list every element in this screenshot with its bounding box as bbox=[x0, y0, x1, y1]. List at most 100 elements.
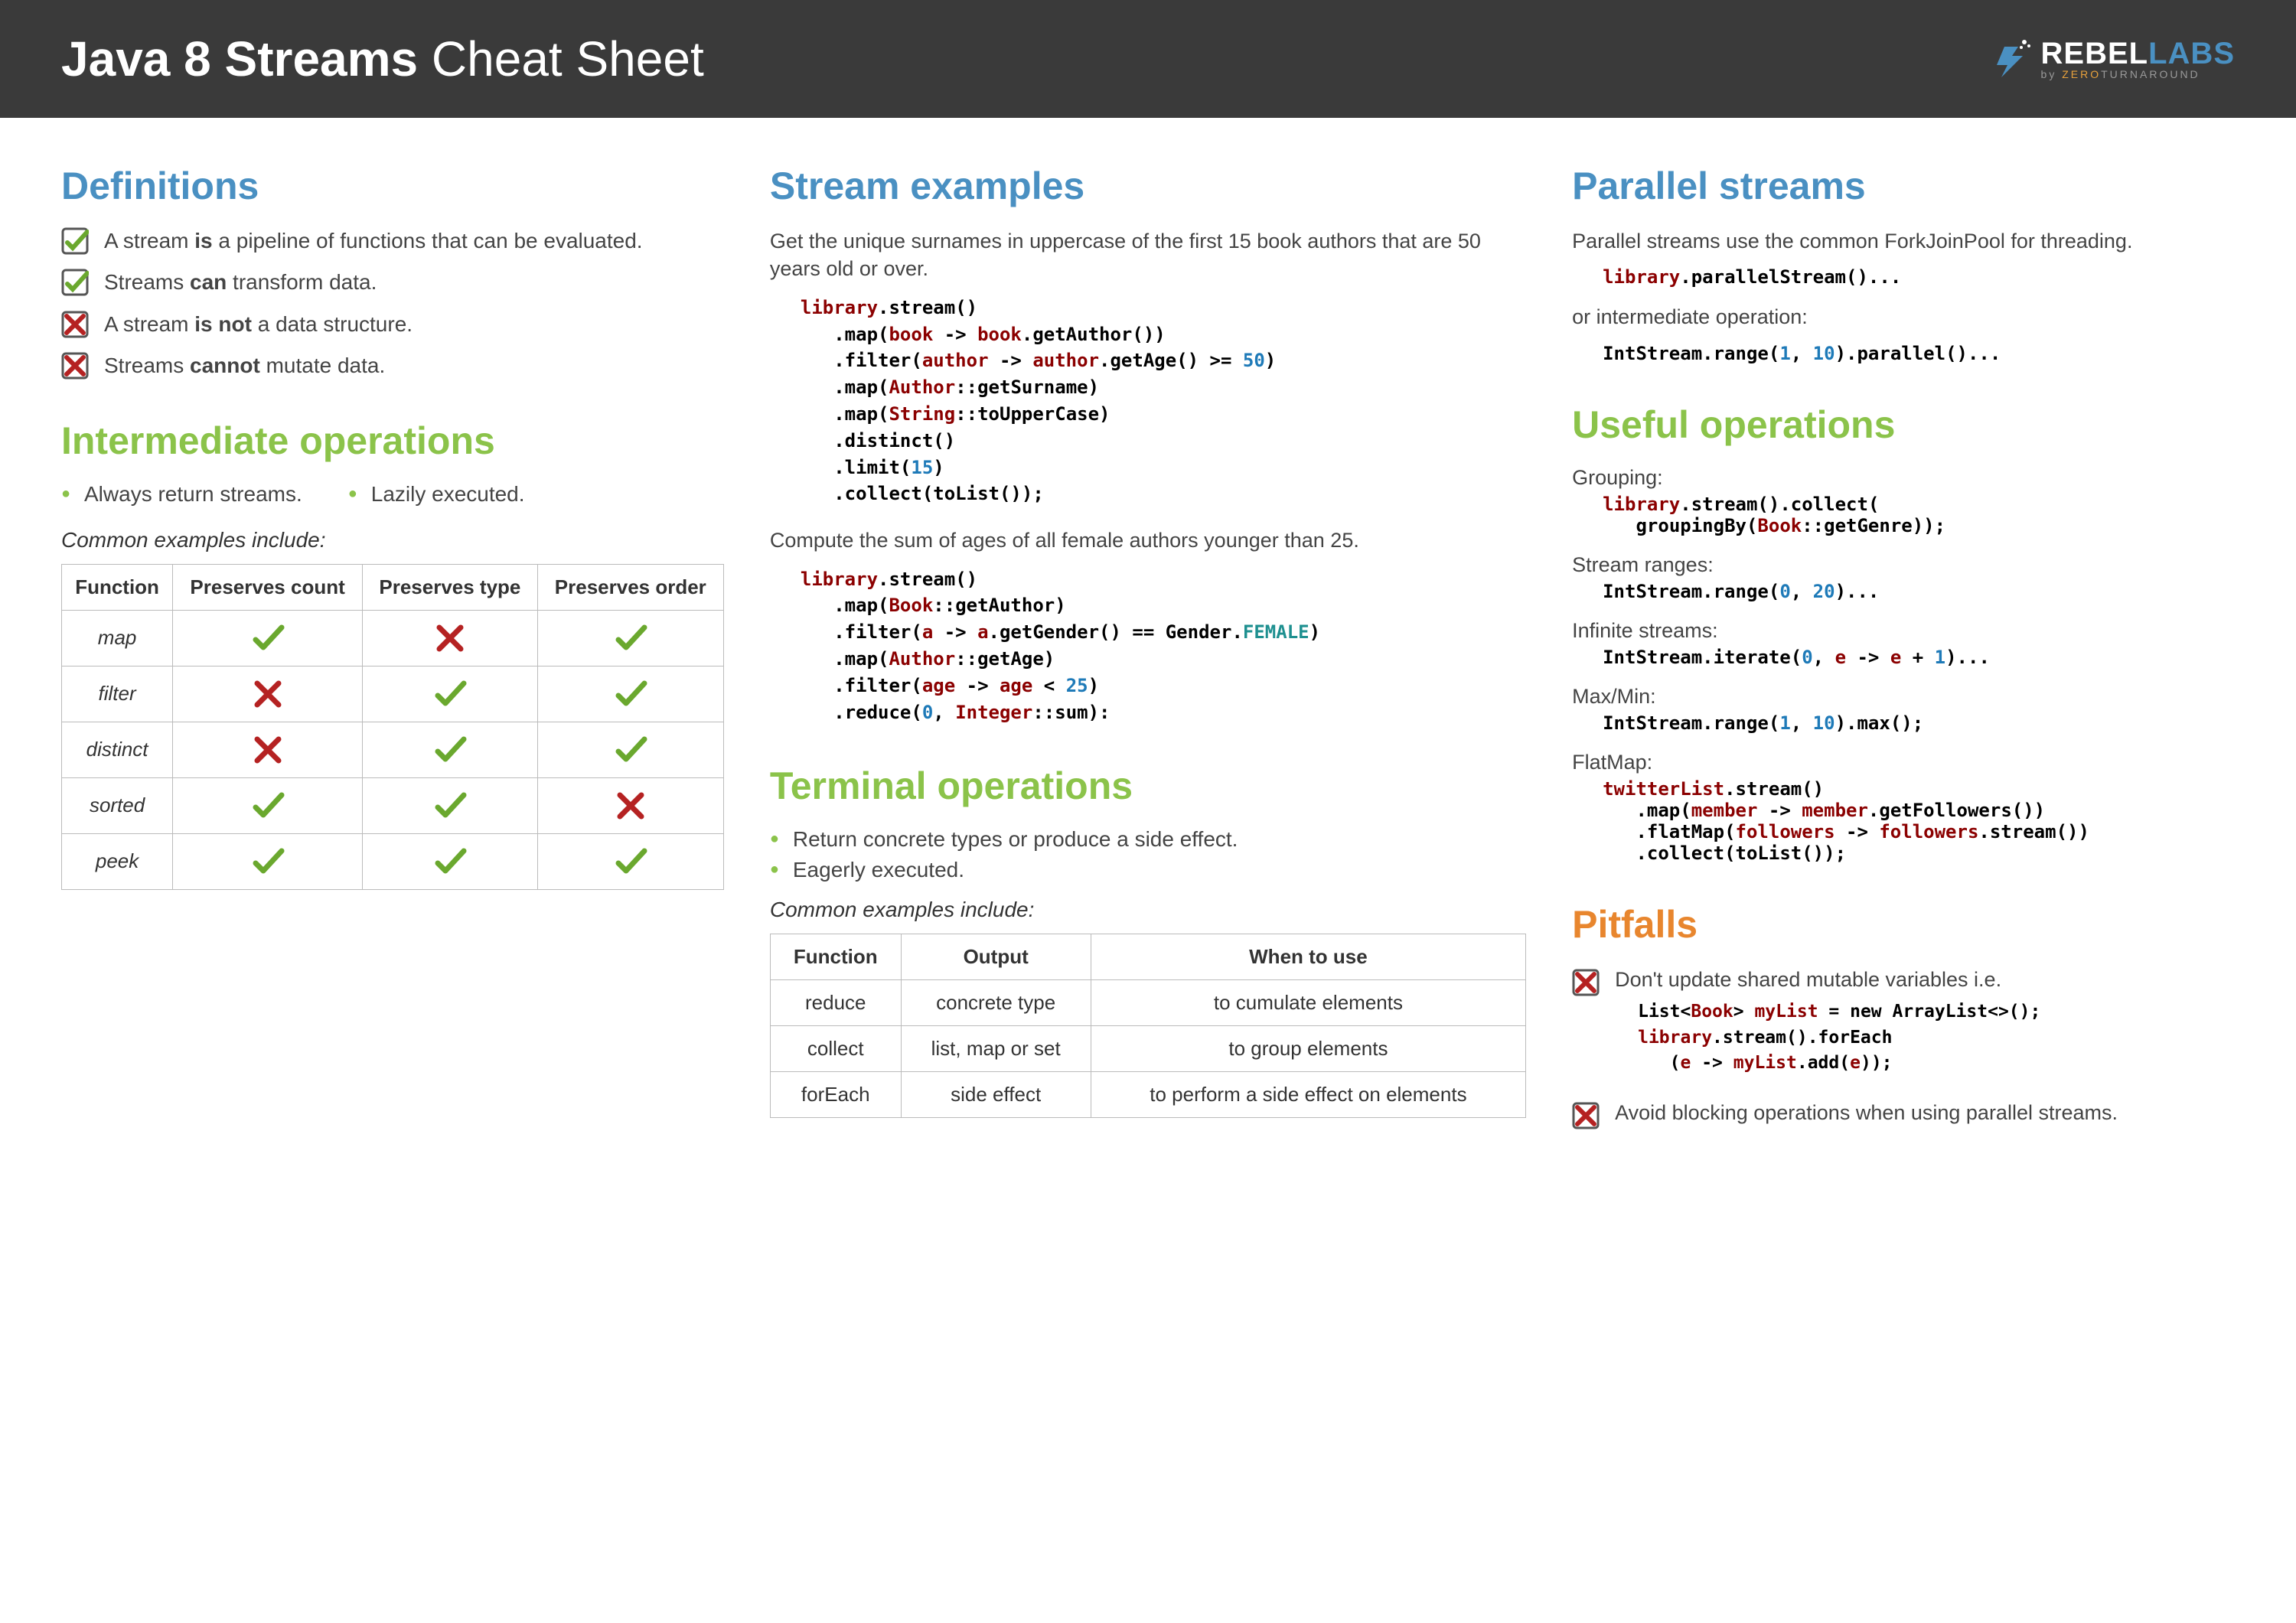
table-cell: side effect bbox=[901, 1072, 1091, 1118]
table-cell: to cumulate elements bbox=[1091, 980, 1525, 1026]
table-row: filter bbox=[62, 666, 724, 722]
table-header: Preserves type bbox=[363, 564, 538, 610]
fn-cell: filter bbox=[62, 666, 173, 722]
check-icon bbox=[61, 269, 89, 296]
bool-cell bbox=[537, 833, 723, 889]
bool-cell bbox=[537, 666, 723, 722]
bool-cell bbox=[173, 610, 363, 666]
table-header: Preserves count bbox=[173, 564, 363, 610]
bool-cell bbox=[363, 666, 538, 722]
bullet-item: Eagerly executed. bbox=[770, 858, 1526, 882]
pitfall-item: Avoid blocking operations when using par… bbox=[1572, 1099, 2235, 1129]
examples-heading: Stream examples bbox=[770, 164, 1526, 208]
bool-cell bbox=[173, 722, 363, 777]
bool-cell bbox=[173, 833, 363, 889]
parallel-section: Parallel streams Parallel streams use th… bbox=[1572, 164, 2235, 364]
bool-cell bbox=[363, 833, 538, 889]
intermediate-table: FunctionPreserves countPreserves typePre… bbox=[61, 564, 724, 890]
table-cell: to group elements bbox=[1091, 1026, 1525, 1072]
intermediate-subhead: Common examples include: bbox=[61, 528, 724, 552]
table-row: peek bbox=[62, 833, 724, 889]
useful-item: FlatMap: twitterList.stream() .map(member… bbox=[1572, 751, 2235, 864]
useful-label: FlatMap: bbox=[1572, 751, 2235, 774]
table-row: map bbox=[62, 610, 724, 666]
example2-desc: Compute the sum of ages of all female au… bbox=[770, 526, 1526, 554]
useful-label: Grouping: bbox=[1572, 466, 2235, 490]
table-row: forEachside effectto perform a side effe… bbox=[770, 1072, 1525, 1118]
pitfall-code: List<Book> myList = new ArrayList<>(); l… bbox=[1638, 999, 2040, 1076]
parallel-heading: Parallel streams bbox=[1572, 164, 2235, 208]
table-row: collectlist, map or setto group elements bbox=[770, 1026, 1525, 1072]
table-cell: reduce bbox=[770, 980, 901, 1026]
useful-label: Infinite streams: bbox=[1572, 619, 2235, 643]
bullet-item: Lazily executed. bbox=[348, 482, 525, 507]
useful-code: library.stream().collect( groupingBy(Boo… bbox=[1603, 494, 2235, 536]
useful-item: Max/Min:IntStream.range(1, 10).max(); bbox=[1572, 685, 2235, 734]
pitfall-text: Avoid blocking operations when using par… bbox=[1615, 1099, 2118, 1126]
logo-sub: by ZEROTURNAROUND bbox=[2041, 69, 2235, 80]
table-row: reduceconcrete typeto cumulate elements bbox=[770, 980, 1525, 1026]
pitfalls-section: Pitfalls Don't update shared mutable var… bbox=[1572, 902, 2235, 1129]
parallel-desc2: or intermediate operation: bbox=[1572, 303, 2235, 331]
definition-text: Streams cannot mutate data. bbox=[104, 352, 385, 380]
table-cell: forEach bbox=[770, 1072, 901, 1118]
terminal-subhead: Common examples include: bbox=[770, 898, 1526, 922]
page-title: Java 8 Streams Cheat Sheet bbox=[61, 31, 704, 87]
table-cell: concrete type bbox=[901, 980, 1091, 1026]
definition-text: A stream is not a data structure. bbox=[104, 311, 413, 338]
table-header: Output bbox=[901, 934, 1091, 980]
examples-section: Stream examples Get the unique surnames … bbox=[770, 164, 1526, 725]
example1-code: library.stream() .map(book -> book.getAu… bbox=[801, 295, 1526, 507]
terminal-heading: Terminal operations bbox=[770, 764, 1526, 808]
definition-item: Streams cannot mutate data. bbox=[61, 352, 724, 380]
useful-label: Max/Min: bbox=[1572, 685, 2235, 709]
useful-item: Grouping: library.stream().collect( group… bbox=[1572, 466, 2235, 536]
bullet-item: Always return streams. bbox=[61, 482, 302, 507]
pitfall-item: Don't update shared mutable variables i.… bbox=[1572, 966, 2235, 1076]
definition-item: Streams can transform data. bbox=[61, 269, 724, 296]
logo-icon bbox=[1991, 37, 2033, 80]
definition-item: A stream is not a data structure. bbox=[61, 311, 724, 338]
logo: REBELLABS by ZEROTURNAROUND bbox=[1991, 37, 2235, 80]
pitfall-text: Don't update shared mutable variables i.… bbox=[1615, 966, 2040, 993]
table-header: When to use bbox=[1091, 934, 1525, 980]
table-header: Preserves order bbox=[537, 564, 723, 610]
cross-icon bbox=[61, 311, 89, 338]
example2-code: library.stream() .map(Book::getAuthor) .… bbox=[801, 566, 1526, 726]
bool-cell bbox=[537, 777, 723, 833]
useful-code: twitterList.stream() .map(member -> memb… bbox=[1603, 778, 2235, 864]
fn-cell: map bbox=[62, 610, 173, 666]
useful-section: Useful operations Grouping:library.strea… bbox=[1572, 402, 2235, 864]
bool-cell bbox=[173, 777, 363, 833]
logo-main: REBELLABS bbox=[2041, 38, 2235, 69]
bool-cell bbox=[537, 722, 723, 777]
table-row: distinct bbox=[62, 722, 724, 777]
intermediate-section: Intermediate operations Always return st… bbox=[61, 419, 724, 890]
table-cell: collect bbox=[770, 1026, 901, 1072]
pitfalls-heading: Pitfalls bbox=[1572, 902, 2235, 947]
bool-cell bbox=[363, 777, 538, 833]
header: Java 8 Streams Cheat Sheet REBELLABS by … bbox=[0, 0, 2296, 118]
parallel-desc1: Parallel streams use the common ForkJoin… bbox=[1572, 227, 2235, 255]
useful-label: Stream ranges: bbox=[1572, 553, 2235, 577]
parallel-code2: IntStream.range(1, 10).parallel()... bbox=[1603, 343, 2235, 364]
terminal-section: Terminal operations Return concrete type… bbox=[770, 764, 1526, 1118]
content: Definitions A stream is a pipeline of fu… bbox=[0, 118, 2296, 1214]
bullet-item: Return concrete types or produce a side … bbox=[770, 827, 1526, 852]
bool-cell bbox=[363, 722, 538, 777]
useful-code: IntStream.range(0, 20)... bbox=[1603, 581, 2235, 602]
definitions-heading: Definitions bbox=[61, 164, 724, 208]
definition-text: Streams can transform data. bbox=[104, 269, 377, 296]
useful-code: IntStream.iterate(0, e -> e + 1)... bbox=[1603, 647, 2235, 668]
cross-icon bbox=[61, 352, 89, 380]
table-header: Function bbox=[62, 564, 173, 610]
bool-cell bbox=[173, 666, 363, 722]
cross-icon bbox=[1572, 969, 1600, 996]
useful-item: Stream ranges: IntStream.range(0, 20)... bbox=[1572, 553, 2235, 602]
fn-cell: distinct bbox=[62, 722, 173, 777]
table-cell: to perform a side effect on elements bbox=[1091, 1072, 1525, 1118]
fn-cell: peek bbox=[62, 833, 173, 889]
check-icon bbox=[61, 227, 89, 255]
useful-item: Infinite streams: IntStream.iterate(0, e … bbox=[1572, 619, 2235, 668]
title-rest: Cheat Sheet bbox=[418, 31, 704, 86]
